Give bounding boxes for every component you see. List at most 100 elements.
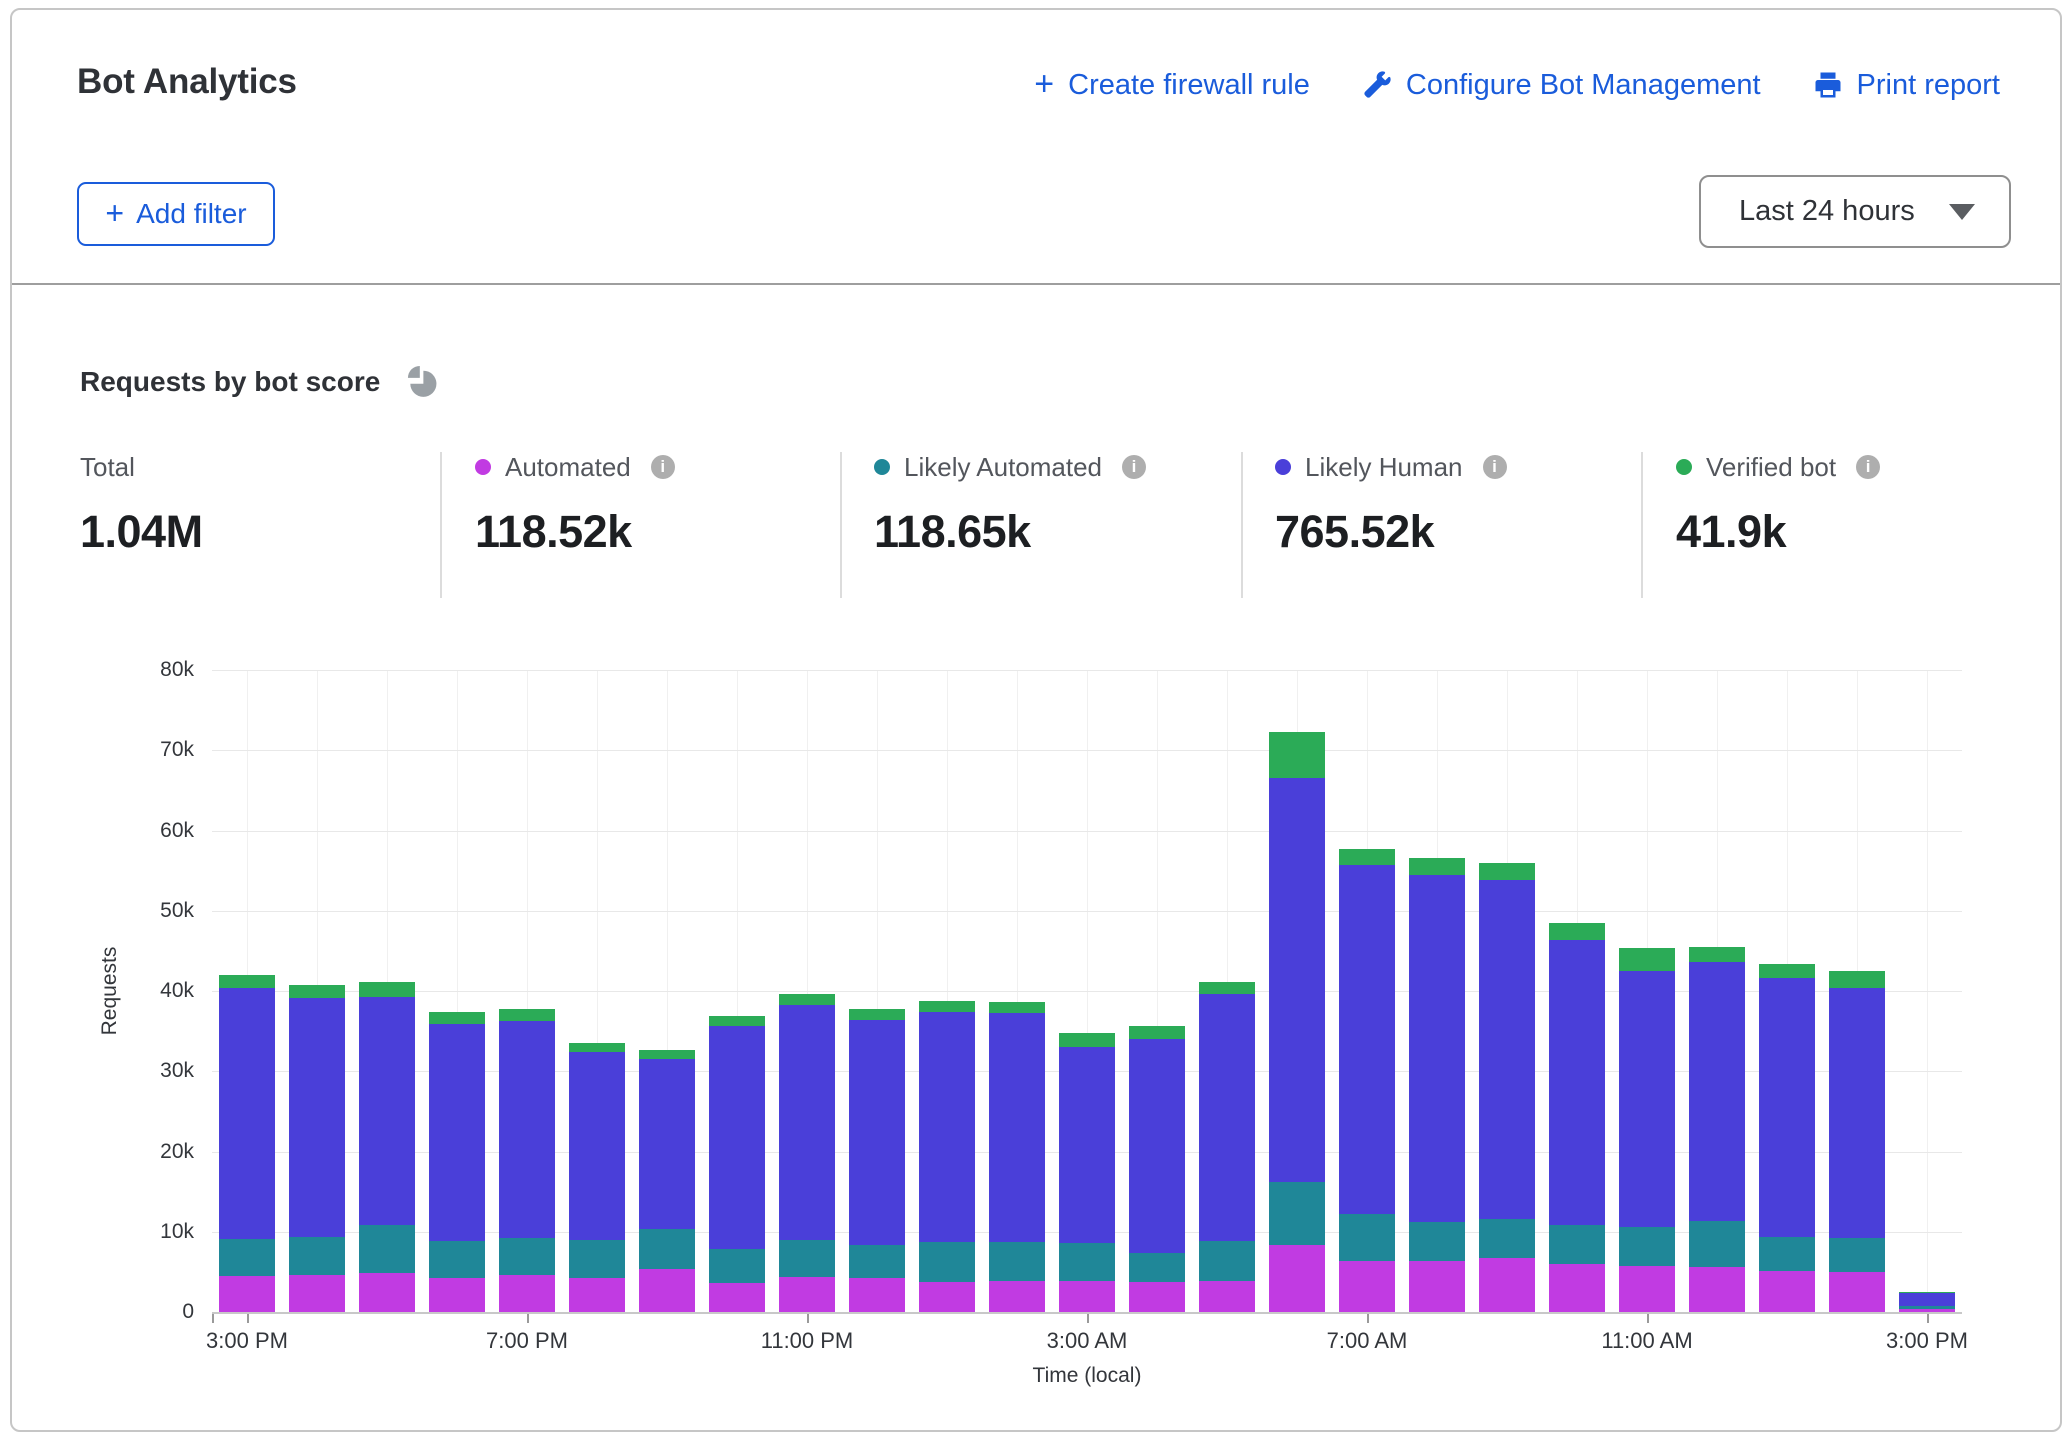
stat-verified-bot-label: Verified bot (1706, 452, 1836, 483)
add-filter-label: Add filter (136, 198, 247, 230)
bar-segment-likely-automated (1199, 1241, 1255, 1280)
bar-segment-likely-human (779, 1005, 835, 1240)
bar-segment-automated (919, 1282, 975, 1312)
x-axis-tick (1367, 1314, 1369, 1323)
bar-group[interactable] (1619, 670, 1675, 1312)
bar-segment-likely-automated (429, 1241, 485, 1278)
x-axis-tick (807, 1314, 809, 1323)
bar-segment-automated (219, 1276, 275, 1312)
bar-segment-verified-bot (1199, 982, 1255, 994)
info-icon[interactable]: i (651, 455, 675, 479)
bar-segment-likely-automated (219, 1239, 275, 1276)
bar-segment-likely-automated (359, 1225, 415, 1272)
bar-segment-verified-bot (1759, 964, 1815, 978)
bar-segment-likely-human (1689, 962, 1745, 1221)
header-actions: + Create firewall rule Configure Bot Man… (1034, 68, 2000, 102)
bar-segment-likely-human (429, 1024, 485, 1241)
bar-segment-likely-automated (1549, 1225, 1605, 1264)
x-axis-tick-label: 3:00 AM (1047, 1328, 1128, 1354)
bar-group[interactable] (849, 670, 905, 1312)
bar-group[interactable] (779, 670, 835, 1312)
info-icon[interactable]: i (1483, 455, 1507, 479)
bar-group[interactable] (569, 670, 625, 1312)
x-axis-tick-label: 11:00 PM (761, 1328, 854, 1354)
bar-segment-likely-automated (1759, 1237, 1815, 1272)
likely-human-legend-dot (1275, 459, 1291, 475)
x-axis-tick (527, 1314, 529, 1323)
y-axis-tick-label: 60k (124, 819, 194, 843)
bar-segment-likely-automated (1619, 1227, 1675, 1266)
bar-segment-likely-automated (779, 1240, 835, 1277)
bar-group[interactable] (1899, 670, 1955, 1312)
bar-segment-automated (709, 1283, 765, 1312)
bar-segment-likely-human (289, 998, 345, 1237)
add-filter-button[interactable]: + Add filter (77, 182, 275, 246)
x-axis-tick (247, 1314, 249, 1323)
stat-likely-automated: Likely Automated i 118.65k (874, 450, 1146, 558)
bar-group[interactable] (1479, 670, 1535, 1312)
header-divider (12, 283, 2060, 285)
configure-bot-management-link[interactable]: Configure Bot Management (1362, 69, 1761, 102)
print-report-link[interactable]: Print report (1813, 69, 2000, 102)
bar-group[interactable] (919, 670, 975, 1312)
bar-segment-likely-automated (639, 1229, 695, 1270)
bar-group[interactable] (1269, 670, 1325, 1312)
bar-group[interactable] (1129, 670, 1185, 1312)
bar-group[interactable] (1409, 670, 1465, 1312)
bar-group[interactable] (1339, 670, 1395, 1312)
bar-segment-likely-human (1129, 1039, 1185, 1253)
analytics-card: Bot Analytics + Create firewall rule Con… (10, 8, 2062, 1432)
bar-group[interactable] (1199, 670, 1255, 1312)
bar-group[interactable] (1759, 670, 1815, 1312)
bot-analytics-page: Bot Analytics + Create firewall rule Con… (0, 0, 2070, 1394)
bar-group[interactable] (289, 670, 345, 1312)
x-axis-tick-label: 3:00 PM (206, 1328, 288, 1354)
info-icon[interactable]: i (1122, 455, 1146, 479)
bar-group[interactable] (1829, 670, 1885, 1312)
bar-group[interactable] (639, 670, 695, 1312)
stat-divider (840, 452, 842, 598)
y-axis-tick-label: 40k (124, 979, 194, 1003)
bar-segment-verified-bot (219, 975, 275, 988)
bar-segment-likely-human (1409, 875, 1465, 1222)
bar-segment-likely-human (1269, 778, 1325, 1182)
bar-group[interactable] (709, 670, 765, 1312)
bar-group[interactable] (499, 670, 555, 1312)
info-icon[interactable]: i (1856, 455, 1880, 479)
bar-segment-automated (359, 1273, 415, 1312)
bar-segment-likely-automated (569, 1240, 625, 1279)
bar-group[interactable] (1059, 670, 1115, 1312)
bar-segment-verified-bot (569, 1043, 625, 1052)
bar-segment-verified-bot (499, 1009, 555, 1021)
bar-segment-verified-bot (1829, 971, 1885, 988)
printer-icon (1813, 70, 1843, 100)
y-axis-title: Requests (98, 947, 122, 1036)
bar-segment-likely-automated (289, 1237, 345, 1275)
x-axis-tick-label: 7:00 PM (486, 1328, 568, 1354)
stat-likely-automated-label: Likely Automated (904, 452, 1102, 483)
bar-segment-likely-automated (1479, 1219, 1535, 1258)
time-range-dropdown[interactable]: Last 24 hours (1699, 175, 2011, 248)
stat-total: Total 1.04M (80, 450, 203, 558)
configure-bot-management-label: Configure Bot Management (1406, 69, 1761, 102)
bar-segment-likely-human (989, 1013, 1045, 1242)
bar-segment-verified-bot (1899, 1292, 1955, 1293)
bar-group[interactable] (429, 670, 485, 1312)
bar-group[interactable] (989, 670, 1045, 1312)
bar-segment-likely-human (919, 1012, 975, 1242)
bar-group[interactable] (1689, 670, 1745, 1312)
bar-group[interactable] (359, 670, 415, 1312)
stat-likely-automated-value: 118.65k (874, 506, 1146, 558)
bar-group[interactable] (1549, 670, 1605, 1312)
bar-segment-likely-automated (849, 1245, 905, 1278)
bar-segment-verified-bot (1689, 947, 1745, 962)
create-firewall-rule-link[interactable]: + Create firewall rule (1034, 68, 1310, 102)
x-axis-tick (1927, 1314, 1929, 1323)
bar-segment-automated (639, 1269, 695, 1312)
bar-segment-automated (1199, 1281, 1255, 1312)
bar-segment-likely-human (1059, 1047, 1115, 1243)
bar-segment-automated (1549, 1264, 1605, 1312)
automated-legend-dot (475, 459, 491, 475)
stat-divider (1241, 452, 1243, 598)
bar-group[interactable] (219, 670, 275, 1312)
